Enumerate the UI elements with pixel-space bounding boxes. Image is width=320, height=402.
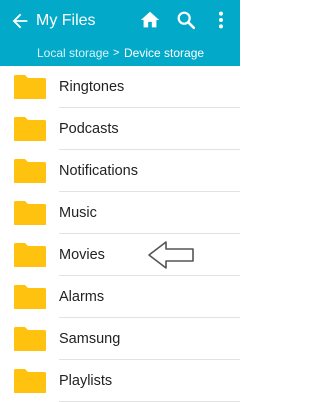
folder-icon [14,201,46,225]
folder-icon [14,117,46,141]
folder-name: Samsung [59,331,121,347]
folder-icon [14,243,46,267]
folder-row-movies[interactable]: Movies [0,234,240,276]
folder-row-samsung[interactable]: Samsung [0,318,240,360]
app-title: My Files [36,12,96,29]
folder-name: Ringtones [59,79,125,95]
folder-icon [14,369,46,393]
folder-row-music[interactable]: Music [0,192,240,234]
folder-name: Music [59,205,97,221]
more-vertical-icon[interactable] [211,9,231,31]
folder-row-notifications[interactable]: Notifications [0,150,240,192]
folder-name: Podcasts [59,121,119,137]
folder-name: Movies [59,247,105,263]
folder-icon [14,285,46,309]
folder-row-podcasts[interactable]: Podcasts [0,108,240,150]
breadcrumb-separator: > [113,47,120,59]
folder-row-playlists[interactable]: Playlists [0,360,240,402]
folder-row-ringtones[interactable]: Ringtones [0,66,240,108]
folder-icon [14,159,46,183]
arrow-left-icon[interactable] [9,10,31,32]
folder-name: Playlists [59,373,113,389]
folder-icon [14,75,46,99]
folder-icon [14,327,46,351]
folder-name: Notifications [59,163,138,179]
breadcrumb: Local storage > Device storage [0,43,240,63]
folder-list: Ringtones Podcasts Notifications Music Movie… [0,66,240,402]
folder-row-alarms[interactable]: Alarms [0,276,240,318]
search-icon[interactable] [175,9,197,31]
left-arrow-outline-icon [148,241,194,269]
breadcrumb-local-storage[interactable]: Local storage [37,43,109,63]
breadcrumb-device-storage: Device storage [124,46,205,60]
folder-name: Alarms [59,289,105,305]
app-bar: My Files Local storage > Device storage [0,0,240,66]
home-icon[interactable] [139,9,161,31]
